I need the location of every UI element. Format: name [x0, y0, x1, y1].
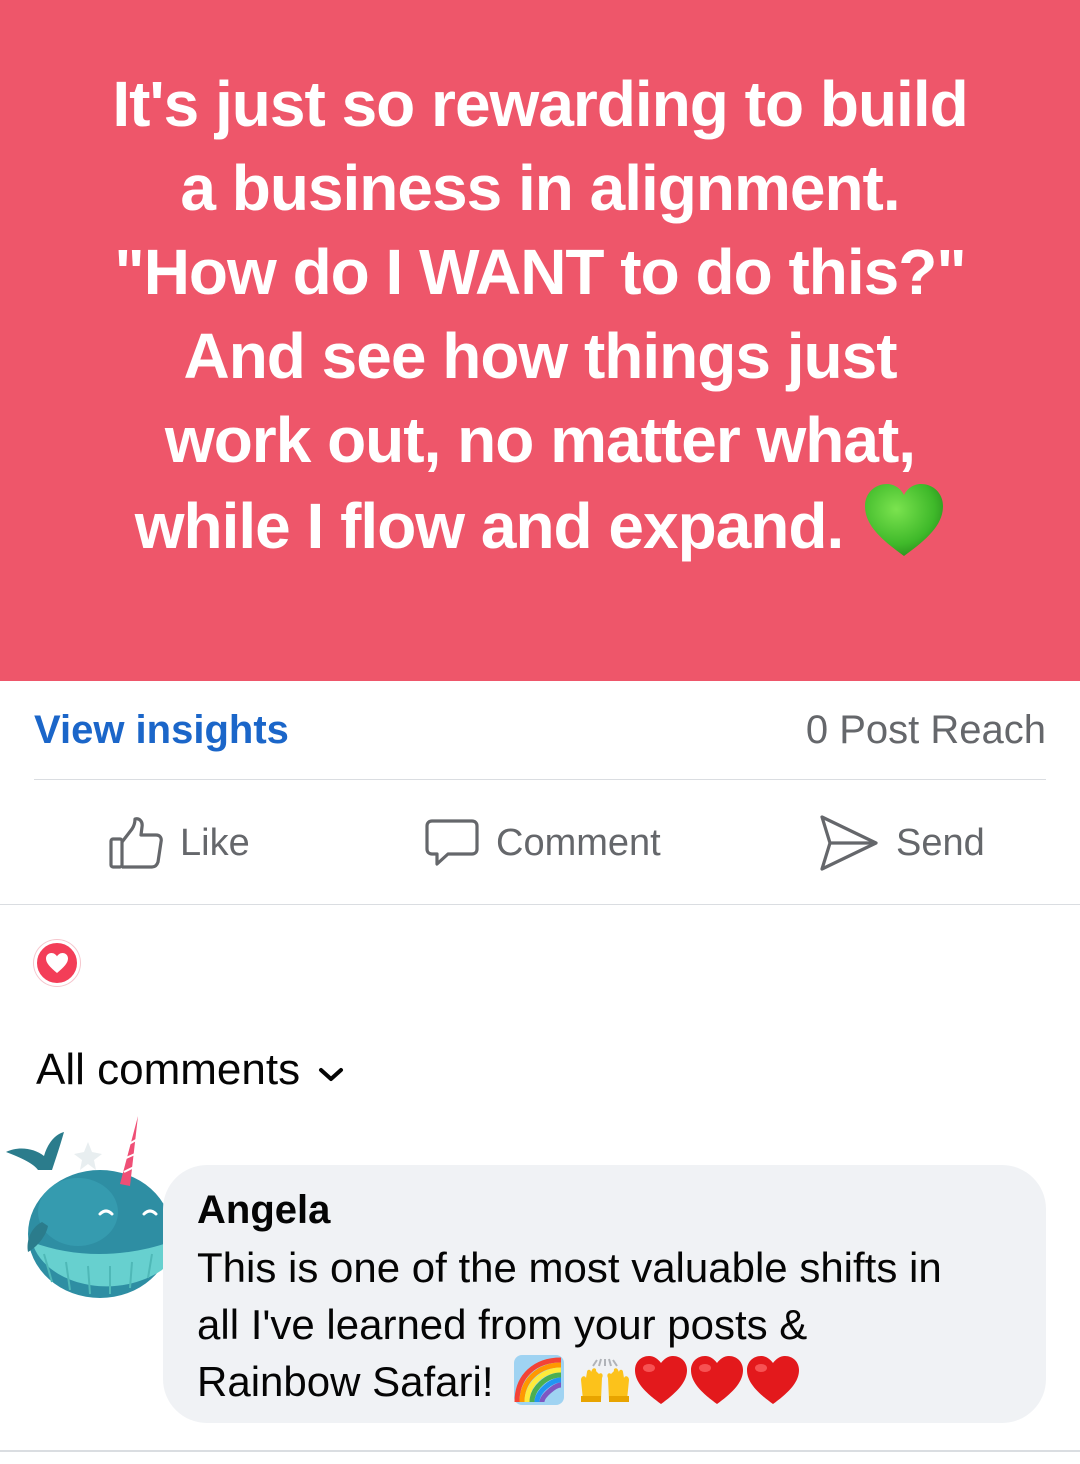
post-text-line: a business in alignment.: [180, 152, 900, 224]
send-button[interactable]: Send: [818, 811, 985, 875]
post-text-line: "How do I WANT to do this?": [114, 236, 966, 308]
like-label: Like: [180, 821, 250, 864]
view-insights-link[interactable]: View insights: [34, 708, 289, 753]
love-reaction-icon: [34, 940, 80, 986]
post-text-line: And see how things just: [183, 320, 897, 392]
divider: [0, 1450, 1080, 1452]
comments-filter-dropdown[interactable]: All comments: [36, 1040, 344, 1100]
post-reach-count: 0 Post Reach: [805, 707, 1046, 752]
post-text-line: It's just so rewarding to build: [112, 68, 968, 140]
raising-hands-icon: [577, 1358, 633, 1402]
comment-bubble[interactable]: Angela This is one of the most valuable …: [163, 1165, 1046, 1423]
post-text-banner: It's just so rewarding to build a busine…: [0, 0, 1080, 681]
reactions-summary[interactable]: [34, 940, 80, 986]
green-heart-icon: [863, 482, 945, 578]
insights-row: View insights 0 Post Reach: [34, 681, 1046, 780]
comment-text-line: Rainbow Safari!: [197, 1358, 494, 1405]
send-label: Send: [896, 821, 985, 864]
post-text-line-last: while I flow and expand.: [50, 482, 1030, 578]
comments-filter-label: All comments: [36, 1045, 301, 1094]
post-text: It's just so rewarding to build a busine…: [50, 62, 1030, 578]
red-heart-icon: [689, 1354, 745, 1406]
comment-text-line-last: Rainbow Safari!: [197, 1353, 1016, 1410]
thumbs-up-icon: [108, 815, 164, 871]
post-actions-bar: Like Comment Send: [0, 781, 1080, 905]
comment-bubble-icon: [424, 815, 480, 871]
commenter-avatar[interactable]: [4, 1112, 176, 1302]
rainbow-icon: [513, 1354, 565, 1406]
comment-emojis: [513, 1354, 801, 1406]
send-icon: [818, 813, 880, 873]
red-heart-icon: [745, 1354, 801, 1406]
post-text-line-content: while I flow and expand.: [134, 490, 845, 562]
comment-text-line: all I've learned from your posts &: [197, 1301, 808, 1348]
comment-label: Comment: [496, 821, 661, 864]
comment-body: This is one of the most valuable shifts …: [197, 1239, 1016, 1410]
red-heart-icon: [633, 1354, 689, 1406]
chevron-down-icon: [318, 1045, 344, 1095]
post-text-line: work out, no matter what,: [164, 404, 916, 476]
comment-text-line: This is one of the most valuable shifts …: [197, 1244, 942, 1291]
comment-button[interactable]: Comment: [424, 811, 661, 875]
comment-author-name[interactable]: Angela: [197, 1185, 1016, 1235]
like-button[interactable]: Like: [108, 811, 250, 875]
